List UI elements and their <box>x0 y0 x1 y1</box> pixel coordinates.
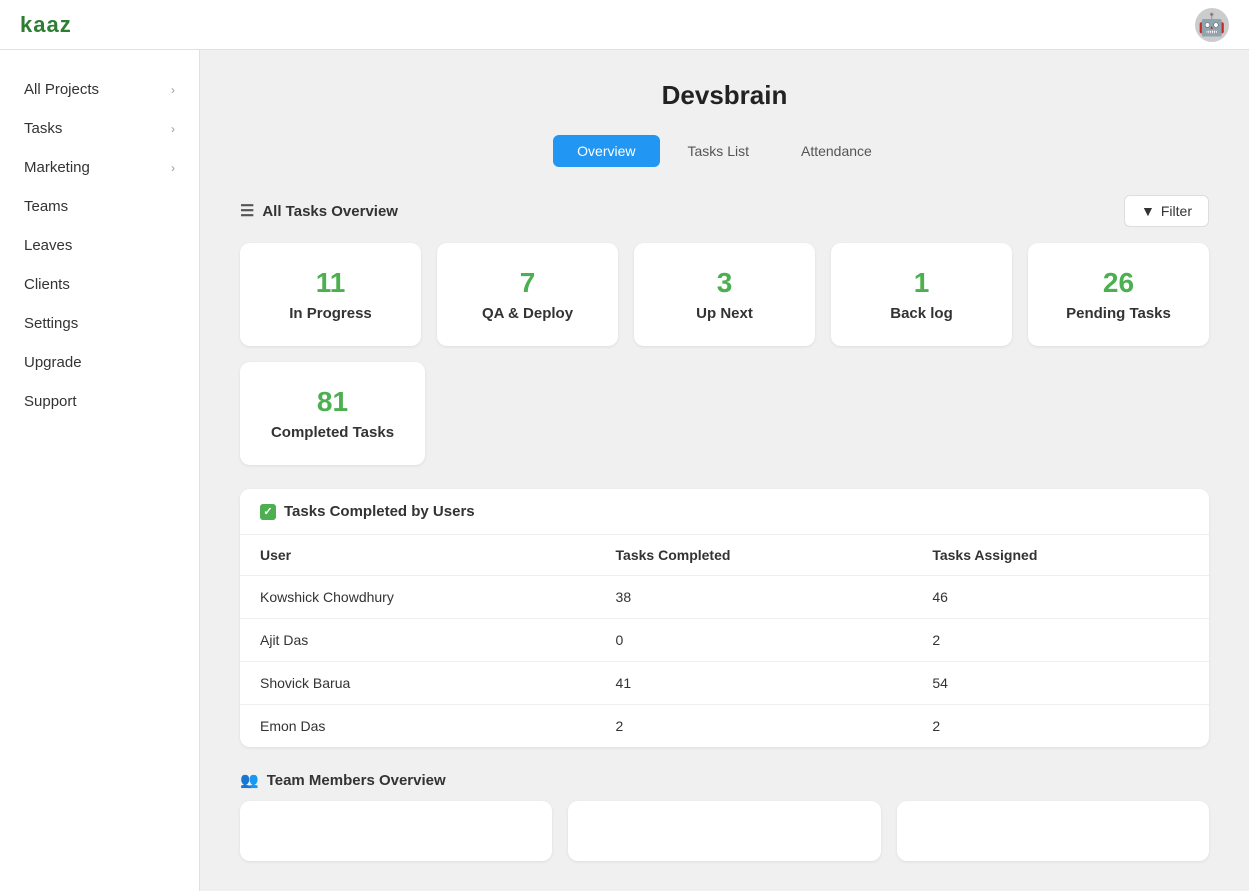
sidebar-item-marketing[interactable]: Marketing › <box>0 148 199 187</box>
all-tasks-section-header: ☰ All Tasks Overview ▼ Filter <box>240 195 1209 227</box>
team-members-icon: 👥 <box>240 771 259 789</box>
filter-icon: ▼ <box>1141 203 1155 219</box>
sidebar-item-label: Marketing <box>24 159 90 176</box>
chevron-icon: › <box>171 83 175 97</box>
header: kaaz 🤖 <box>0 0 1249 50</box>
table-col-tasks-assigned: Tasks Assigned <box>912 535 1209 576</box>
stat-label: Pending Tasks <box>1056 305 1181 322</box>
table-row: Ajit Das02 <box>240 619 1209 662</box>
table-head: UserTasks CompletedTasks Assigned <box>240 535 1209 576</box>
stat-card-pending-tasks: 26 Pending Tasks <box>1028 243 1209 346</box>
table-row: Emon Das22 <box>240 705 1209 748</box>
table-row: Kowshick Chowdhury3846 <box>240 576 1209 619</box>
sidebar-item-support[interactable]: Support <box>0 382 199 421</box>
stat-number: 26 <box>1056 267 1181 299</box>
user-name: Shovick Barua <box>240 662 596 705</box>
tasks-assigned-value: 46 <box>912 576 1209 619</box>
team-card-3 <box>897 801 1209 861</box>
sidebar-item-label: Tasks <box>24 120 62 137</box>
stat-card-back-log: 1 Back log <box>831 243 1012 346</box>
stat-label: QA & Deploy <box>465 305 590 322</box>
sidebar-item-settings[interactable]: Settings <box>0 304 199 343</box>
sidebar-item-all-projects[interactable]: All Projects › <box>0 70 199 109</box>
stat-number: 1 <box>859 267 984 299</box>
tasks-table: UserTasks CompletedTasks Assigned Kowshi… <box>240 535 1209 747</box>
sidebar-item-label: Leaves <box>24 237 72 254</box>
logo: kaaz <box>20 12 72 38</box>
table-row: Shovick Barua4154 <box>240 662 1209 705</box>
sidebar-item-label: Support <box>24 393 77 410</box>
tasks-assigned-value: 2 <box>912 619 1209 662</box>
team-members-header: 👥 Team Members Overview <box>240 771 1209 789</box>
tab-tasks-list[interactable]: Tasks List <box>664 135 773 167</box>
tasks-completed-value: 38 <box>596 576 913 619</box>
sidebar: All Projects › Tasks › Marketing › Teams Leaves… <box>0 50 200 891</box>
tasks-completed-value: 0 <box>596 619 913 662</box>
layout: All Projects › Tasks › Marketing › Teams Leaves… <box>0 50 1249 891</box>
stat-card-qa-&-deploy: 7 QA & Deploy <box>437 243 618 346</box>
filter-button[interactable]: ▼ Filter <box>1124 195 1209 227</box>
tab-attendance[interactable]: Attendance <box>777 135 896 167</box>
tasks-by-users-header: ✓ Tasks Completed by Users <box>240 489 1209 535</box>
tasks-assigned-value: 2 <box>912 705 1209 748</box>
completed-card: 81 Completed Tasks <box>240 362 425 465</box>
stats-grid: 11 In Progress 7 QA & Deploy 3 Up Next 1… <box>240 243 1209 346</box>
team-cards-container <box>240 801 1209 861</box>
tasks-assigned-value: 54 <box>912 662 1209 705</box>
tab-overview[interactable]: Overview <box>553 135 659 167</box>
tasks-icon: ☰ <box>240 201 254 221</box>
team-card-2 <box>568 801 880 861</box>
stat-card-up-next: 3 Up Next <box>634 243 815 346</box>
table-header-row: UserTasks CompletedTasks Assigned <box>240 535 1209 576</box>
stat-number: 3 <box>662 267 787 299</box>
user-name: Emon Das <box>240 705 596 748</box>
sidebar-item-label: Settings <box>24 315 78 332</box>
tasks-by-users-section: ✓ Tasks Completed by Users UserTasks Com… <box>240 489 1209 747</box>
sidebar-item-upgrade[interactable]: Upgrade <box>0 343 199 382</box>
all-tasks-title: ☰ All Tasks Overview <box>240 201 398 221</box>
chevron-icon: › <box>171 122 175 136</box>
table-col-tasks-completed: Tasks Completed <box>596 535 913 576</box>
tasks-completed-value: 41 <box>596 662 913 705</box>
completed-label: Completed Tasks <box>268 424 397 441</box>
sidebar-item-clients[interactable]: Clients <box>0 265 199 304</box>
page-title: Devsbrain <box>240 80 1209 111</box>
stat-card-in-progress: 11 In Progress <box>240 243 421 346</box>
completed-row: 81 Completed Tasks <box>240 362 1209 465</box>
tabs-container: OverviewTasks ListAttendance <box>240 135 1209 167</box>
tasks-completed-value: 2 <box>596 705 913 748</box>
user-name: Kowshick Chowdhury <box>240 576 596 619</box>
sidebar-item-leaves[interactable]: Leaves <box>0 226 199 265</box>
sidebar-item-teams[interactable]: Teams <box>0 187 199 226</box>
chevron-icon: › <box>171 161 175 175</box>
stat-number: 7 <box>465 267 590 299</box>
sidebar-item-tasks[interactable]: Tasks › <box>0 109 199 148</box>
table-body: Kowshick Chowdhury3846Ajit Das02Shovick … <box>240 576 1209 748</box>
completed-number: 81 <box>268 386 397 418</box>
checkbox-icon: ✓ <box>260 504 276 520</box>
stat-label: Up Next <box>662 305 787 322</box>
sidebar-item-label: Upgrade <box>24 354 82 371</box>
stat-label: Back log <box>859 305 984 322</box>
stat-number: 11 <box>268 267 393 299</box>
sidebar-item-label: Teams <box>24 198 68 215</box>
sidebar-item-label: All Projects <box>24 81 99 98</box>
user-name: Ajit Das <box>240 619 596 662</box>
stat-label: In Progress <box>268 305 393 322</box>
team-card-1 <box>240 801 552 861</box>
sidebar-item-label: Clients <box>24 276 70 293</box>
avatar: 🤖 <box>1195 8 1229 42</box>
main-content: Devsbrain OverviewTasks ListAttendance ☰… <box>200 50 1249 891</box>
table-col-user: User <box>240 535 596 576</box>
